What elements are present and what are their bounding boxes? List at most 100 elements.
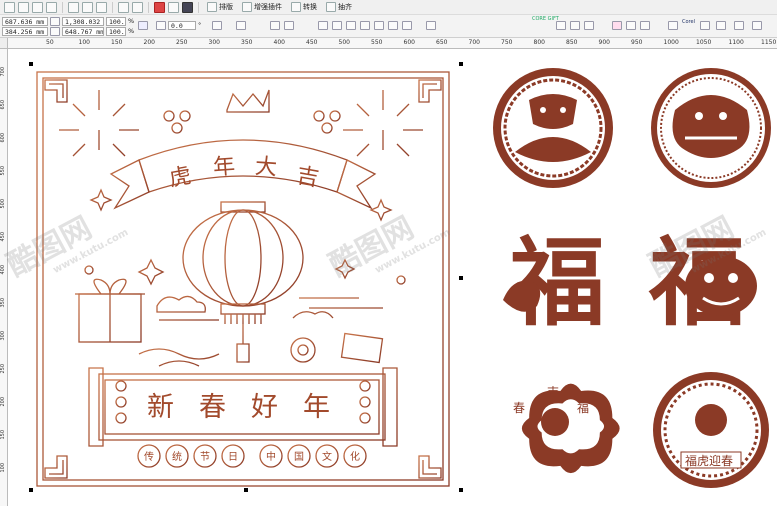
tiger-pattern-icon — [672, 95, 750, 158]
scroll-char: 年 — [303, 392, 330, 423]
scale-y-field[interactable]: 100.0 — [106, 27, 126, 36]
ruler-tick-label: 100 — [0, 463, 6, 473]
tiger-seal-quatrefoil[interactable]: 春 吉 福 — [513, 383, 620, 474]
cart-icon[interactable] — [570, 21, 580, 30]
ruler-tick-label: 100 — [78, 39, 90, 46]
tool-f-icon[interactable] — [734, 21, 744, 30]
menu-layout-button[interactable]: 排版 — [204, 2, 236, 12]
scale-x-field[interactable]: 100.0 — [106, 17, 126, 26]
trim-icon[interactable] — [332, 21, 342, 30]
ruler-tick-label: 750 — [501, 39, 513, 46]
export-icon[interactable] — [168, 1, 179, 13]
convert-icon — [291, 2, 301, 12]
tiger-medallion-1[interactable] — [493, 68, 613, 188]
corner-ornament-br — [418, 455, 442, 479]
selection-handle[interactable] — [29, 488, 33, 492]
selection-handle[interactable] — [459, 276, 463, 280]
open-folder-icon[interactable] — [18, 1, 29, 13]
culture-char: 传 — [144, 451, 154, 463]
intersect-icon[interactable] — [346, 21, 356, 30]
property-bar: 687.636 mm 384.256 mm 1,308.032 mm 648.7… — [0, 15, 777, 38]
svg-text:福: 福 — [577, 400, 589, 415]
coin-icon — [179, 110, 191, 122]
ruler-tick-label: 400 — [0, 265, 6, 275]
y-position-field[interactable]: 384.256 mm — [2, 27, 48, 36]
coin-icon — [171, 122, 183, 134]
publish-icon[interactable] — [182, 1, 193, 13]
barcode-icon[interactable] — [584, 21, 594, 30]
corner-ornament-bl — [44, 455, 68, 479]
height-field[interactable]: 648.767 mm — [62, 27, 104, 36]
back-minus-front-icon[interactable] — [388, 21, 398, 30]
mirror-h-icon[interactable] — [212, 21, 222, 30]
angle-field[interactable]: 0.0 — [168, 21, 196, 30]
core-gift-label[interactable]: CORE GIFT — [532, 17, 559, 22]
culture-text-group: 传统节日中国文化 — [144, 450, 360, 463]
gift-icon[interactable] — [556, 21, 566, 30]
vip-icon[interactable] — [612, 21, 622, 30]
ruler-tick-label: 850 — [566, 39, 578, 46]
redo-icon[interactable] — [132, 1, 143, 13]
ruler-tick-label: 900 — [598, 39, 610, 46]
new-document-icon[interactable] — [4, 1, 15, 13]
selection-handle[interactable] — [29, 62, 33, 66]
tiger-seal-round[interactable]: 福虎迎春 — [653, 372, 769, 488]
selection-handle[interactable] — [244, 488, 248, 492]
mirror-v-icon[interactable] — [236, 21, 246, 30]
align-distribute-icon[interactable] — [426, 21, 436, 30]
front-minus-back-icon[interactable] — [374, 21, 384, 30]
paste-icon[interactable] — [96, 1, 107, 13]
tiger-medallion-2[interactable] — [651, 68, 771, 188]
tool-d-icon[interactable] — [700, 21, 710, 30]
ruler-tick-label: 250 — [176, 39, 188, 46]
standard-toolbar: 排版 增强插件 转换 抽齐 — [0, 0, 777, 15]
boundary-icon[interactable] — [402, 21, 412, 30]
menu-plugin-button[interactable]: 增强插件 — [239, 2, 285, 12]
ruler-tick-label: 250 — [0, 364, 6, 374]
menu-align-button[interactable]: 抽齐 — [323, 2, 355, 12]
scale-x-unit: % — [128, 17, 135, 25]
tool-e-icon[interactable] — [716, 21, 726, 30]
banner-char: 虎 — [167, 163, 193, 191]
tool-b-icon[interactable] — [640, 21, 650, 30]
tool-g-icon[interactable] — [752, 21, 762, 30]
ruler-tick-label: 1050 — [696, 39, 712, 46]
print-icon[interactable] — [46, 1, 57, 13]
save-icon[interactable] — [32, 1, 43, 13]
horizontal-ruler[interactable]: 50 100 150 200 250 300 350 400 450 500 550 600 650 70… — [8, 38, 777, 49]
sparkle-icon — [89, 188, 113, 212]
new-year-illustration[interactable] — [36, 71, 450, 487]
ruler-tick-label: 700 — [468, 39, 480, 46]
red-envelope-icon — [340, 332, 384, 364]
simplify-icon[interactable] — [360, 21, 370, 30]
undo-icon[interactable] — [118, 1, 129, 13]
tool-c-icon[interactable] — [668, 21, 678, 30]
drawing-canvas[interactable]: 虎 年 大 吉 新 春 好 年 传统节日中国文化 福 春 吉 福 福虎迎春 酷图… — [2, 50, 777, 506]
import-icon[interactable] — [154, 1, 165, 13]
width-field[interactable]: 1,308.032 mm — [62, 17, 104, 26]
ruler-tick-label: 300 — [208, 39, 220, 46]
group-icon[interactable] — [270, 21, 280, 30]
lock-ratio-icon[interactable] — [138, 21, 148, 30]
vertical-ruler[interactable]: 700 650 600 550 500 450 400 350 300 250 200 150 100 — [0, 49, 8, 506]
culture-char: 国 — [294, 451, 304, 463]
banner-char: 大 — [254, 154, 278, 180]
weld-icon[interactable] — [318, 21, 328, 30]
fu-character-tiger-1[interactable]: 福 — [503, 226, 605, 339]
corel-plugin-label[interactable]: Corel — [682, 19, 695, 25]
coin-icon — [329, 110, 341, 122]
ribbon-tail-left — [109, 159, 150, 210]
ungroup-icon[interactable] — [284, 21, 294, 30]
lantern-body — [182, 209, 304, 307]
tool-a-icon[interactable] — [626, 21, 636, 30]
tiger-face-icon — [695, 404, 727, 436]
cut-icon[interactable] — [68, 1, 79, 13]
ruler-origin[interactable] — [0, 38, 8, 49]
menu-convert-button[interactable]: 转换 — [288, 2, 320, 12]
culture-char: 文 — [322, 450, 332, 463]
x-position-field[interactable]: 687.636 mm — [2, 17, 48, 26]
selection-handle[interactable] — [459, 488, 463, 492]
copy-icon[interactable] — [82, 1, 93, 13]
ruler-tick-label: 700 — [0, 67, 6, 77]
selection-handle[interactable] — [459, 62, 463, 66]
